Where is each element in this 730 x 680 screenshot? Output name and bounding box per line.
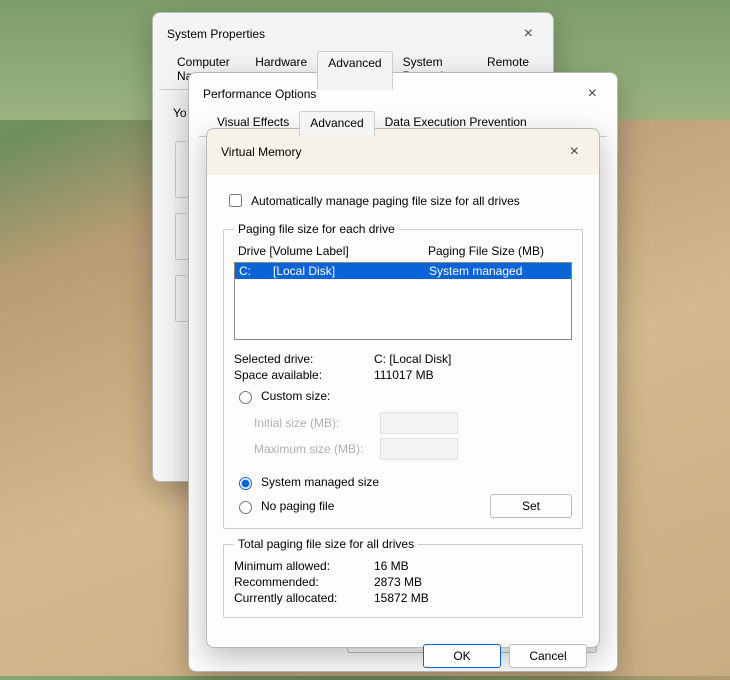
performance-options-title: Performance Options	[203, 87, 316, 101]
space-available-value: 111017 MB	[374, 368, 434, 382]
no-paging-label: No paging file	[261, 499, 334, 513]
system-properties-title: System Properties	[167, 27, 265, 41]
recommended-value: 2873 MB	[374, 575, 422, 589]
custom-size-radio-input[interactable]	[239, 391, 252, 404]
col-drive-header: Drive [Volume Label]	[238, 244, 428, 258]
vm-ok-button[interactable]: OK	[423, 644, 501, 668]
drive-listbox[interactable]: C: [Local Disk] System managed	[234, 262, 572, 340]
current-alloc-label: Currently allocated:	[234, 591, 374, 605]
auto-manage-checkbox[interactable]: Automatically manage paging file size fo…	[225, 191, 520, 210]
close-icon[interactable]: ×	[580, 81, 605, 107]
drive-pfs: System managed	[429, 264, 522, 278]
drive-list-row[interactable]: C: [Local Disk] System managed	[235, 263, 571, 279]
col-pfs-header: Paging File Size (MB)	[428, 244, 544, 258]
maximum-size-input	[380, 438, 458, 460]
set-button[interactable]: Set	[490, 494, 572, 518]
tab-advanced[interactable]: Advanced	[317, 51, 392, 90]
initial-size-input	[380, 412, 458, 434]
min-allowed-label: Minimum allowed:	[234, 559, 374, 573]
auto-manage-checkbox-input[interactable]	[229, 194, 242, 207]
system-managed-label: System managed size	[261, 475, 379, 489]
min-allowed-value: 16 MB	[374, 559, 409, 573]
custom-size-radio[interactable]: Custom size:	[234, 388, 330, 404]
close-icon[interactable]: ×	[516, 21, 541, 47]
recommended-label: Recommended:	[234, 575, 374, 589]
total-legend: Total paging file size for all drives	[234, 537, 418, 551]
virtual-memory-dialog: Virtual Memory × Automatically manage pa…	[206, 128, 600, 648]
current-alloc-value: 15872 MB	[374, 591, 429, 605]
no-paging-radio[interactable]: No paging file	[234, 498, 334, 514]
each-drive-group: Paging file size for each drive Drive [V…	[223, 222, 583, 529]
tab-perf-advanced[interactable]: Advanced	[299, 111, 374, 137]
virtual-memory-title: Virtual Memory	[221, 145, 301, 159]
drive-label: [Local Disk]	[273, 264, 429, 278]
no-paging-radio-input[interactable]	[239, 501, 252, 514]
custom-size-label: Custom size:	[261, 389, 330, 403]
each-drive-legend: Paging file size for each drive	[234, 222, 399, 236]
system-managed-radio[interactable]: System managed size	[234, 474, 379, 490]
drive-letter: C:	[239, 264, 273, 278]
close-icon[interactable]: ×	[562, 139, 587, 165]
system-managed-radio-input[interactable]	[239, 477, 252, 490]
selected-drive-value: C: [Local Disk]	[374, 352, 451, 366]
selected-drive-label: Selected drive:	[234, 352, 374, 366]
space-available-label: Space available:	[234, 368, 374, 382]
total-group: Total paging file size for all drives Mi…	[223, 537, 583, 618]
maximum-size-label: Maximum size (MB):	[254, 442, 372, 456]
auto-manage-label: Automatically manage paging file size fo…	[251, 194, 520, 208]
vm-cancel-button[interactable]: Cancel	[509, 644, 587, 668]
initial-size-label: Initial size (MB):	[254, 416, 372, 430]
